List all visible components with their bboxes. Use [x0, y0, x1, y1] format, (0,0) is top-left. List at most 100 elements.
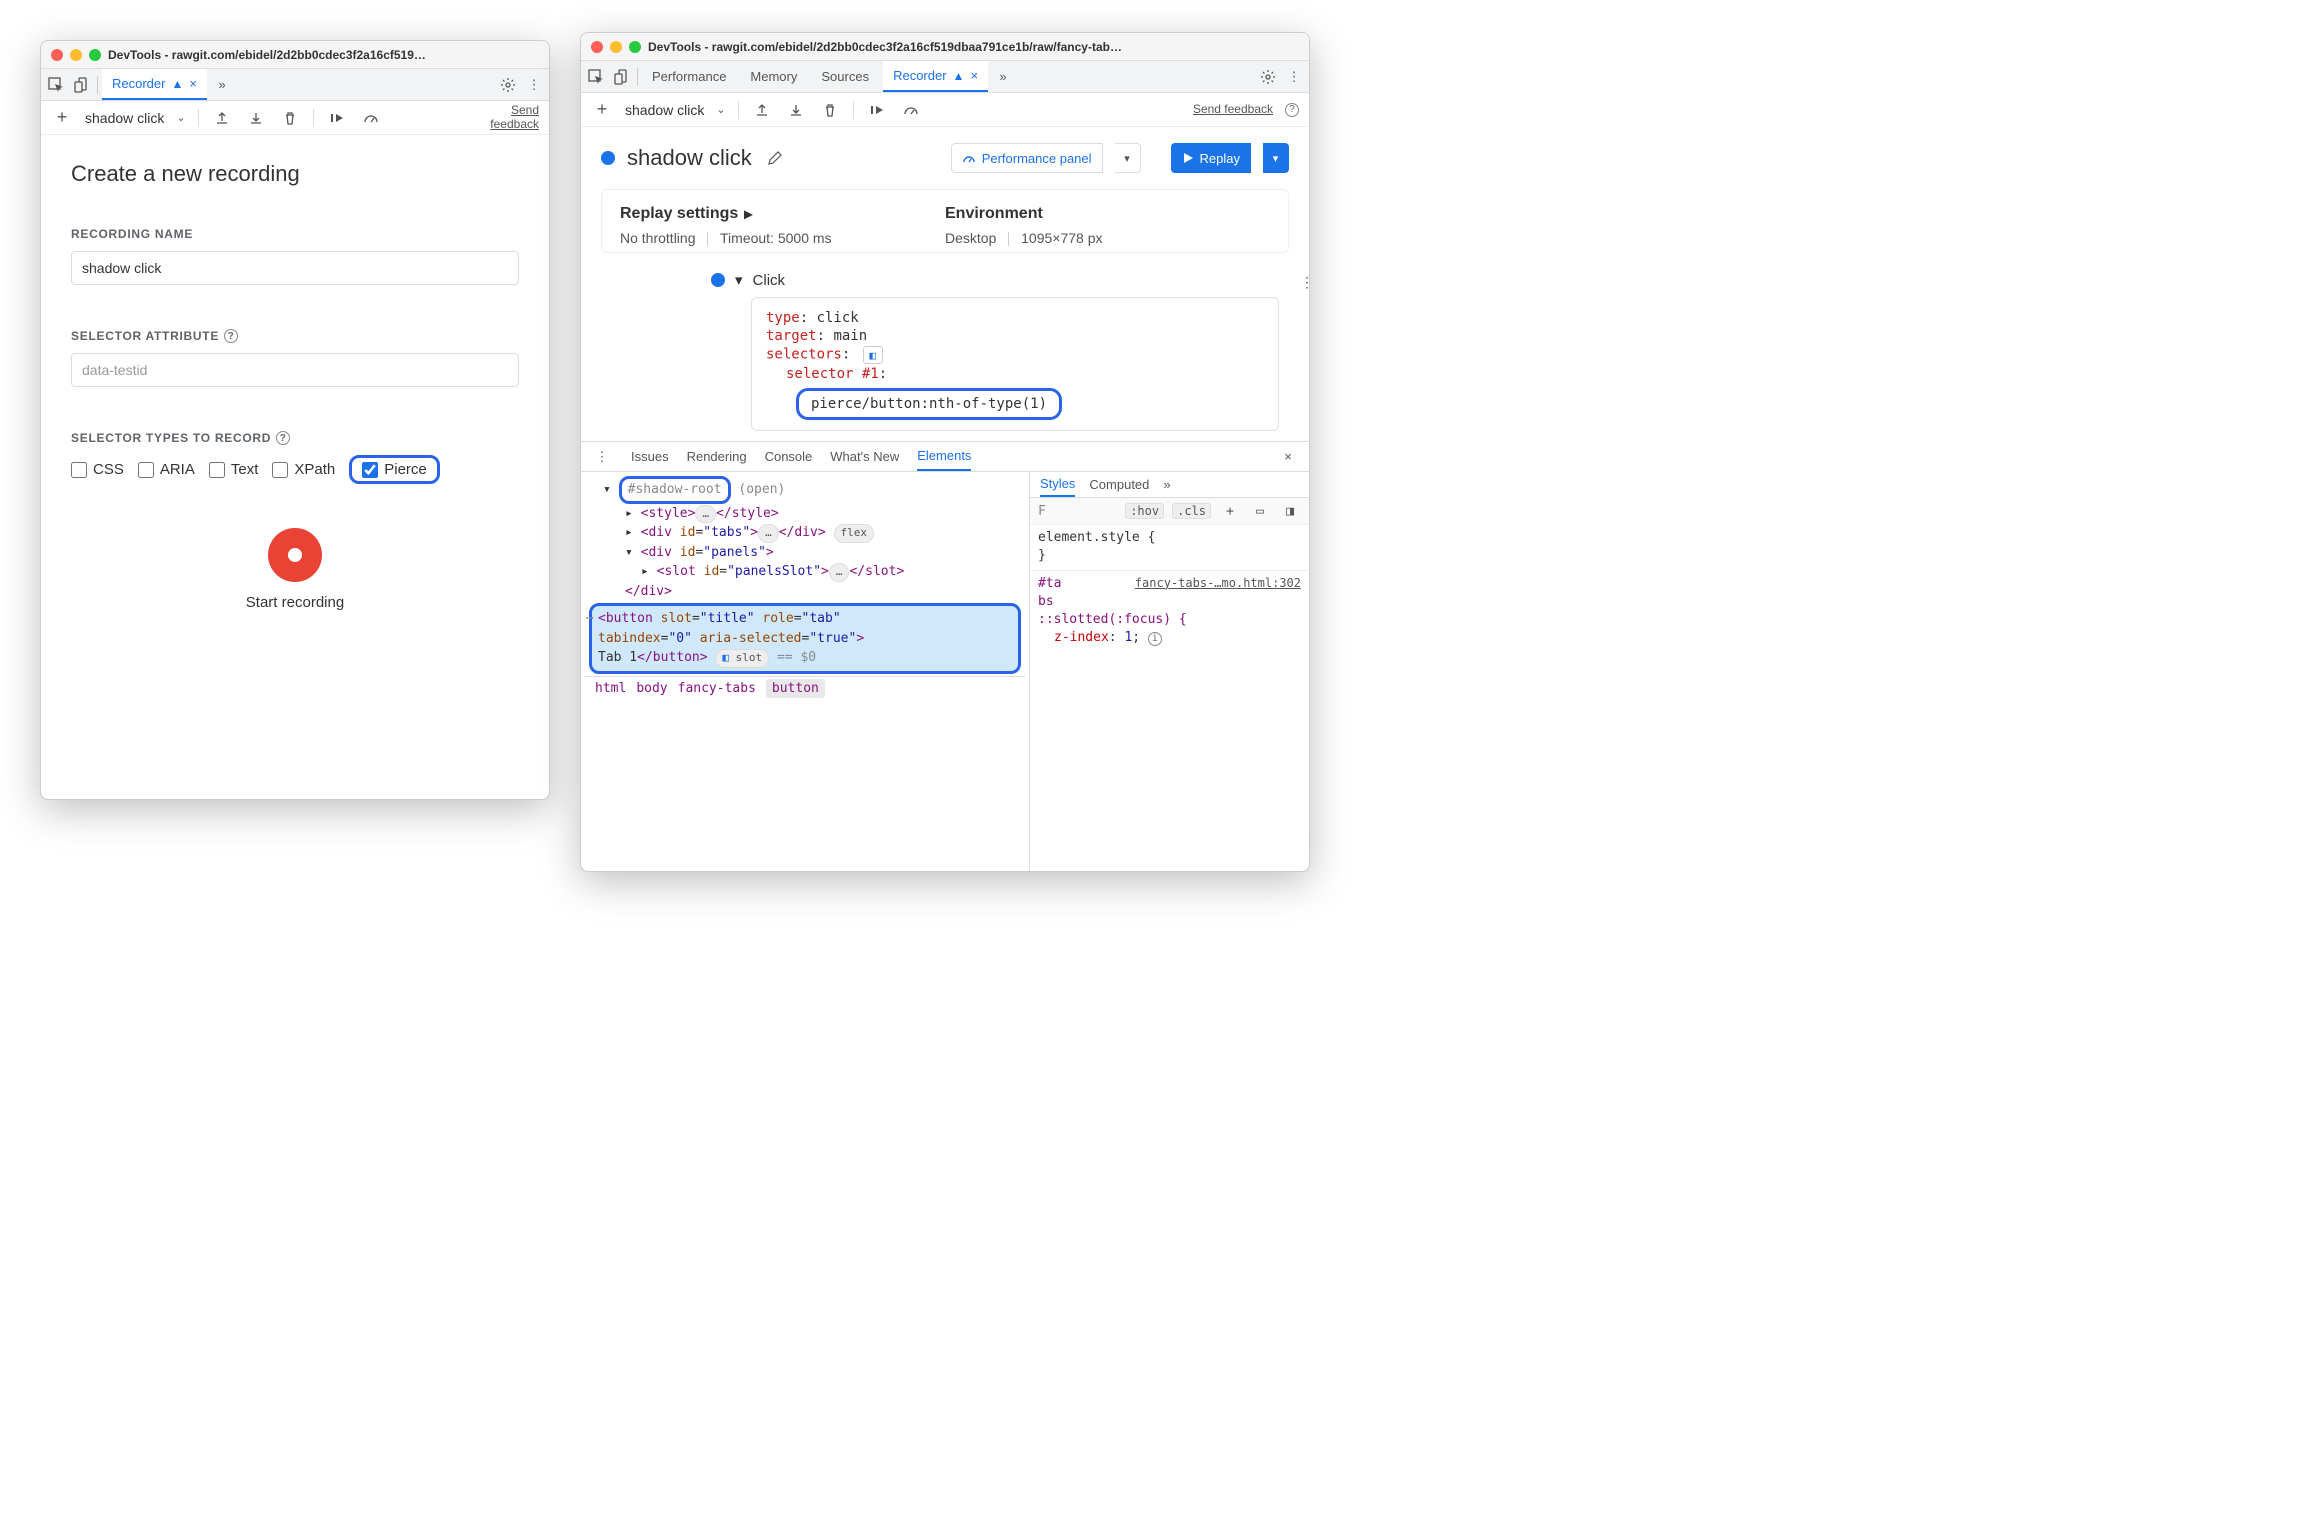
device-toolbar-icon[interactable] — [71, 74, 93, 96]
speed-icon[interactable] — [360, 107, 382, 129]
window-title: DevTools - rawgit.com/ebidel/2d2bb0cdec3… — [648, 40, 1299, 54]
step-title: Click — [753, 272, 786, 289]
source-link[interactable]: fancy-tabs-…mo.html:302 — [1135, 575, 1301, 592]
environment-header: Environment — [945, 204, 1270, 224]
edit-icon[interactable] — [764, 147, 786, 169]
close-drawer-icon[interactable]: × — [1277, 446, 1299, 468]
pick-element-icon[interactable]: ◧ — [863, 346, 883, 364]
step-status-dot — [711, 273, 725, 287]
recording-status-dot — [601, 151, 615, 165]
recording-name[interactable]: shadow click — [85, 110, 164, 126]
inspect-element-icon[interactable] — [585, 66, 607, 88]
computed-tab[interactable]: Computed — [1089, 477, 1149, 492]
tab-recorder[interactable]: Recorder ▲ × — [102, 69, 207, 100]
more-tabs-icon[interactable]: » — [992, 66, 1014, 88]
chevron-down-icon[interactable]: ⌄ — [176, 111, 185, 124]
checkbox-aria[interactable]: ARIA — [138, 461, 195, 478]
more-tabs-icon[interactable]: » — [211, 74, 233, 96]
kebab-menu-icon[interactable]: ⋮ — [523, 74, 545, 96]
styles-tab[interactable]: Styles — [1040, 472, 1075, 497]
device-toolbar-icon[interactable] — [611, 66, 633, 88]
step-row[interactable]: ▾ Click — [711, 271, 1279, 289]
recording-header: shadow click Performance panel ▾ Replay … — [581, 127, 1309, 189]
flask-icon: ▲ — [953, 69, 965, 83]
import-icon[interactable] — [245, 107, 267, 129]
drawer-tab-rendering[interactable]: Rendering — [687, 449, 747, 464]
minimize-icon[interactable] — [610, 41, 622, 53]
close-icon[interactable] — [51, 49, 63, 61]
delete-icon[interactable] — [279, 107, 301, 129]
drawer-tab-console[interactable]: Console — [765, 449, 813, 464]
selector-attribute-label: SELECTOR ATTRIBUTE — [71, 329, 219, 343]
help-icon[interactable]: ? — [1285, 103, 1299, 117]
step-details: ⋮ type: click target: main selectors: ◧ … — [751, 297, 1279, 431]
drawer-tab-elements[interactable]: Elements — [917, 442, 971, 471]
performance-panel-menu[interactable]: ▾ — [1115, 143, 1141, 173]
selector-attribute-input[interactable] — [71, 353, 519, 387]
selected-dom-node-highlighted[interactable]: ⋯ <button slot="title" role="tab" tabind… — [589, 603, 1021, 674]
new-recording-icon[interactable]: + — [51, 107, 73, 129]
collapse-icon[interactable]: ▾ — [735, 271, 743, 289]
drawer-menu-icon[interactable]: ⋮ — [591, 446, 613, 468]
more-tabs-icon[interactable]: » — [1163, 477, 1170, 492]
import-icon[interactable] — [785, 99, 807, 121]
replay-button[interactable]: Replay — [1171, 143, 1251, 173]
send-feedback-link[interactable]: Send feedback — [1193, 103, 1273, 116]
checkbox-css[interactable]: CSS — [71, 461, 124, 478]
chevron-down-icon[interactable]: ⌄ — [716, 103, 725, 116]
drawer-tab-issues[interactable]: Issues — [631, 449, 669, 464]
new-recording-icon[interactable]: + — [591, 99, 613, 121]
selector-types-label: SELECTOR TYPES TO RECORD — [71, 431, 271, 445]
page-title: Create a new recording — [71, 161, 519, 187]
step-over-icon[interactable] — [866, 99, 888, 121]
send-feedback-link[interactable]: Send feedback — [489, 104, 539, 130]
start-recording-label: Start recording — [246, 594, 344, 611]
new-style-rule-icon[interactable]: + — [1219, 500, 1241, 522]
step-over-icon[interactable] — [326, 107, 348, 129]
export-icon[interactable] — [211, 107, 233, 129]
computed-sidebar-icon[interactable]: ▭ — [1249, 500, 1271, 522]
help-icon[interactable]: ? — [224, 329, 238, 343]
checkbox-xpath[interactable]: XPath — [272, 461, 335, 478]
dom-breadcrumbs[interactable]: html body fancy-tabs button — [585, 676, 1025, 701]
help-icon[interactable]: ? — [276, 431, 290, 445]
inspect-element-icon[interactable] — [45, 74, 67, 96]
recording-name[interactable]: shadow click — [625, 102, 704, 118]
checkbox-text[interactable]: Text — [209, 461, 259, 478]
filter-input[interactable]: F — [1038, 504, 1117, 519]
export-icon[interactable] — [751, 99, 773, 121]
selector-value-highlighted[interactable]: pierce/button:nth-of-type(1) — [796, 388, 1062, 420]
hov-toggle[interactable]: :hov — [1125, 503, 1164, 519]
checkbox-pierce[interactable]: Pierce — [362, 461, 427, 478]
tab-recorder[interactable]: Recorder ▲ × — [883, 61, 988, 92]
speed-icon[interactable] — [900, 99, 922, 121]
tab-memory[interactable]: Memory — [740, 61, 807, 92]
devtools-tabbar: Recorder ▲ × » ⋮ — [41, 69, 549, 101]
settings-gear-icon[interactable] — [1257, 66, 1279, 88]
performance-panel-button[interactable]: Performance panel — [951, 143, 1103, 173]
settings-gear-icon[interactable] — [497, 74, 519, 96]
step-menu-icon[interactable]: ⋮ — [1296, 272, 1310, 294]
dom-tree[interactable]: ▾ #shadow-root (open) ▸ <style>…</style>… — [581, 472, 1029, 871]
recording-name-input[interactable] — [71, 251, 519, 285]
tab-performance[interactable]: Performance — [642, 61, 736, 92]
delete-icon[interactable] — [819, 99, 841, 121]
toggle-sidebar-icon[interactable]: ◨ — [1279, 500, 1301, 522]
cls-toggle[interactable]: .cls — [1172, 503, 1211, 519]
close-icon[interactable] — [591, 41, 603, 53]
info-icon[interactable]: i — [1148, 632, 1162, 646]
throttling-value: No throttling — [620, 230, 695, 246]
start-recording-button[interactable] — [268, 528, 322, 582]
minimize-icon[interactable] — [70, 49, 82, 61]
close-tab-icon[interactable]: × — [970, 68, 978, 83]
drawer-tab-whatsnew[interactable]: What's New — [830, 449, 899, 464]
tab-sources[interactable]: Sources — [811, 61, 879, 92]
close-tab-icon[interactable]: × — [189, 76, 197, 91]
device-value: Desktop — [945, 230, 996, 246]
replay-settings-header[interactable]: Replay settings ▸ — [620, 204, 945, 224]
maximize-icon[interactable] — [89, 49, 101, 61]
replay-settings-panel: Replay settings ▸ Environment No throttl… — [601, 189, 1289, 253]
maximize-icon[interactable] — [629, 41, 641, 53]
kebab-menu-icon[interactable]: ⋮ — [1283, 66, 1305, 88]
replay-menu[interactable]: ▾ — [1263, 143, 1289, 173]
